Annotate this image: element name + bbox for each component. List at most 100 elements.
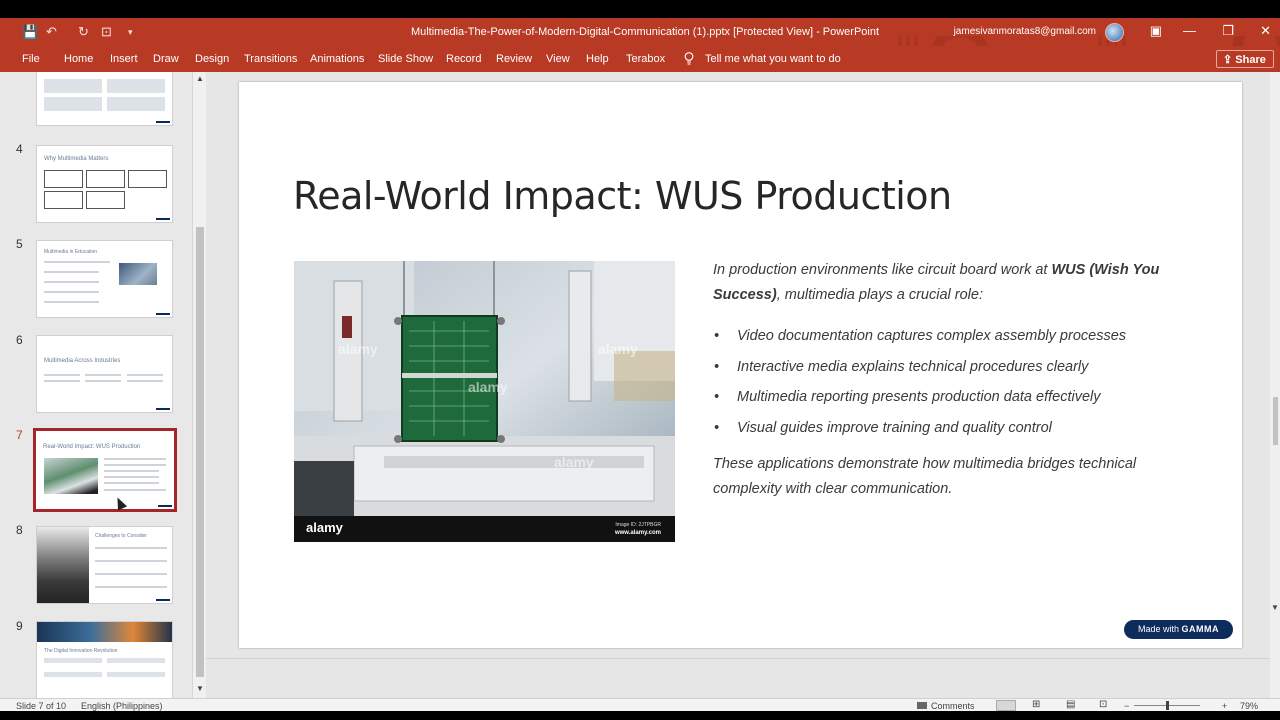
bullet-icon: • (714, 389, 720, 405)
status-bar: Slide 7 of 10 English (Philippines) Comm… (0, 698, 1280, 711)
slide-number-active: 7 (16, 428, 23, 442)
thumbnail-title: The Digital Innovation Revolution (44, 648, 118, 654)
image-id: Image ID: 2JTPBGR (615, 522, 661, 528)
list-item: • Video documentation captures complex as… (713, 321, 1203, 352)
restore-icon[interactable]: ❐ (1222, 23, 1234, 39)
bullet-icon: • (714, 419, 720, 436)
circuit-board-photo[interactable]: alamy alamy alamy alamy alamy Image ID: … (294, 261, 675, 542)
comments-icon (917, 702, 927, 709)
title-bar: 💾 ↶ ↻ ⊡ ▾ Multimedia-The-Power-of-Modern… (0, 18, 1280, 90)
tab-draw[interactable]: Draw (153, 53, 179, 65)
scroll-up-icon[interactable]: ▲ (196, 74, 204, 83)
slide-thumbnail-6[interactable]: Multimedia Across Industries (36, 335, 173, 413)
zoom-slider-thumb[interactable] (1166, 701, 1169, 710)
bullet-icon: • (714, 328, 720, 344)
slide-thumbnail-pane[interactable]: 4 Why Multimedia Matters 5 Multimedia in… (0, 72, 192, 698)
minimize-icon[interactable]: — (1183, 23, 1196, 38)
slide-thumbnail-9[interactable]: The Digital Innovation Revolution (36, 621, 173, 698)
list-item: • Multimedia reporting presents productio… (713, 382, 1203, 413)
thumbnail-title: Multimedia in Education (44, 249, 98, 255)
alamy-logo: alamy (306, 520, 343, 535)
avatar[interactable] (1105, 23, 1124, 42)
thumbnail-title: Real-World Impact: WUS Production (43, 444, 141, 450)
ribbon-display-options-icon[interactable]: ▣ (1150, 23, 1162, 39)
editor-scroll-down-icon[interactable]: ▼ (1271, 603, 1279, 612)
tab-insert[interactable]: Insert (110, 53, 138, 65)
slide-thumbnail-7[interactable]: Real-World Impact: WUS Production (33, 428, 177, 512)
slide-number: 6 (16, 333, 23, 347)
made-with-gamma-badge[interactable]: Made with GAMMA (1124, 620, 1233, 639)
outro-paragraph[interactable]: These applications demonstrate how multi… (713, 452, 1203, 502)
list-item: • Interactive media explains technical pr… (713, 352, 1203, 383)
photo-image (294, 261, 675, 542)
zoom-in-icon[interactable]: + (1222, 701, 1227, 711)
slide-number: 4 (16, 142, 23, 156)
tab-transitions[interactable]: Transitions (244, 53, 297, 65)
tab-review[interactable]: Review (496, 53, 532, 65)
tell-me-search[interactable]: Tell me what you want to do (705, 53, 841, 65)
comments-button[interactable]: Comments (931, 701, 975, 711)
watermark: alamy (338, 341, 378, 357)
account-email[interactable]: jamesivanmoratas8@gmail.com (954, 26, 1096, 37)
share-button[interactable]: ⇪ Share ⌄ (1216, 50, 1274, 77)
intro-text: In production environments like circuit … (713, 262, 1052, 278)
editor-scrollbar[interactable]: ▼ (1270, 72, 1280, 698)
thumbnail-title: Multimedia Across Industries (44, 358, 121, 364)
normal-view-icon[interactable] (996, 700, 1016, 711)
thumbnail-scrollbar[interactable]: ▲ ▼ (192, 72, 206, 698)
language-indicator[interactable]: English (Philippines) (81, 701, 163, 711)
slide-position: Slide 7 of 10 (16, 701, 67, 711)
scroll-down-icon[interactable]: ▼ (196, 684, 204, 693)
lightbulb-icon (684, 52, 694, 65)
slide-show-icon[interactable]: ⊡ (1099, 699, 1107, 710)
list-item-text: Video documentation captures complex ass… (737, 328, 1127, 344)
tab-animations[interactable]: Animations (310, 53, 364, 65)
slide-number: 8 (16, 523, 23, 537)
zoom-out-icon[interactable]: − (1124, 701, 1129, 711)
watermark: alamy (598, 341, 638, 357)
tab-view[interactable]: View (546, 53, 570, 65)
list-item-text: Interactive media explains technical pro… (737, 358, 1089, 375)
slide-thumbnail-4[interactable]: Why Multimedia Matters (36, 145, 173, 223)
list-item-text: Visual guides improve training and quali… (737, 419, 1052, 436)
tab-design[interactable]: Design (195, 53, 229, 65)
slide-thumbnail-5[interactable]: Multimedia in Education (36, 240, 173, 318)
tab-help[interactable]: Help (586, 53, 609, 65)
slide-number: 9 (16, 619, 23, 633)
slide-thumbnail-8[interactable]: Challenges to Consider (36, 526, 173, 604)
bullet-icon: • (714, 358, 720, 375)
slide-number: 5 (16, 237, 23, 251)
intro-text-end: , multimedia plays a crucial role: (776, 287, 983, 303)
ribbon-tabs: File Home Insert Draw Design Transitions… (0, 46, 1280, 77)
reading-view-icon[interactable]: ▤ (1066, 699, 1075, 710)
tab-home[interactable]: Home (64, 53, 93, 65)
image-site: www.alamy.com (614, 530, 661, 536)
tab-file[interactable]: File (22, 53, 40, 65)
gamma-logo: GAMMA (1181, 624, 1220, 634)
list-item-text: Multimedia reporting presents production… (737, 389, 1101, 405)
intro-paragraph[interactable]: In production environments like circuit … (713, 258, 1203, 308)
list-item: • Visual guides improve training and qual… (713, 413, 1203, 444)
editor-scrollbar-thumb[interactable] (1273, 397, 1278, 445)
slide-sorter-icon[interactable]: ⊞ (1032, 699, 1040, 710)
share-icon: ⇪ (1223, 54, 1233, 66)
bullet-list[interactable]: • Video documentation captures complex as… (713, 321, 1203, 443)
tab-terabox[interactable]: Terabox (626, 53, 665, 65)
share-label: Share (1235, 54, 1266, 66)
slide-thumbnail-3[interactable] (36, 72, 173, 126)
thumbnail-title: Challenges to Consider (95, 533, 147, 539)
close-icon[interactable]: ✕ (1260, 23, 1271, 39)
bottom-black-bar (0, 711, 1280, 720)
top-black-bar (0, 0, 1280, 18)
badge-prefix: Made with (1138, 624, 1182, 634)
photo-caption-bar (294, 516, 675, 542)
scrollbar-thumb[interactable] (196, 227, 204, 677)
slide-title[interactable]: Real-World Impact: WUS Production (293, 174, 952, 218)
slide-canvas[interactable]: Real-World Impact: WUS Production alamy … (239, 82, 1242, 648)
thumbnail-title: Why Multimedia Matters (44, 156, 109, 162)
tab-slide-show[interactable]: Slide Show (378, 53, 433, 65)
notes-divider-area (206, 658, 1270, 698)
tab-record[interactable]: Record (446, 53, 481, 65)
zoom-level[interactable]: 79% (1240, 701, 1258, 711)
watermark: alamy (554, 454, 594, 470)
